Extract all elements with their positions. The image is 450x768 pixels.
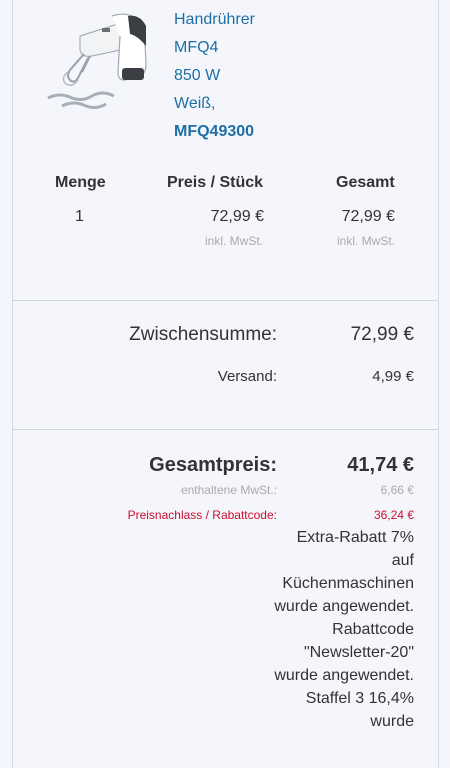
unit-price-vat-note: inkl. MwSt.	[204, 234, 263, 248]
total-vat-note: inkl. MwSt.	[336, 234, 395, 248]
product-info[interactable]: Handrührer MFQ4 850 W Weiß, MFQ49300	[174, 6, 255, 146]
discount-label: Preisnachlass / Rabattcode:	[127, 508, 277, 522]
shipping-label: Versand:	[217, 368, 277, 385]
product-name-line[interactable]: Handrührer	[174, 6, 255, 34]
item-quantity[interactable]: 1	[75, 208, 84, 226]
subtotal-label: Zwischensumme:	[129, 324, 277, 345]
shipping-value: 4,99 €	[372, 368, 414, 385]
discount-description: Extra-Rabatt 7% auf Küchenmaschinen wurd…	[274, 529, 414, 730]
vat-value: 6,66 €	[380, 483, 414, 497]
column-header-total: Gesamt	[336, 174, 395, 191]
grand-total-value: 41,74 €	[347, 454, 414, 476]
divider	[12, 429, 438, 430]
column-header-unit-price: Preis / Stück	[167, 174, 264, 191]
item-unit-price: 72,99 €	[210, 208, 264, 225]
hand-mixer-icon	[47, 13, 147, 110]
vat-label: enthaltene MwSt.:	[180, 483, 277, 497]
product-sku[interactable]: MFQ49300	[174, 118, 255, 146]
product-model-line[interactable]: MFQ4	[174, 34, 255, 62]
product-power-line[interactable]: 850 W	[174, 62, 255, 90]
product-color-line[interactable]: Weiß,	[174, 90, 255, 118]
product-image[interactable]	[32, 6, 154, 110]
subtotal-value: 72,99 €	[350, 324, 414, 345]
divider	[12, 300, 438, 301]
discount-value: 36,24 €	[373, 508, 414, 522]
column-header-qty: Menge	[55, 174, 106, 191]
item-total: 72,99 €	[341, 208, 395, 225]
grand-total-label: Gesamtpreis:	[149, 454, 277, 476]
